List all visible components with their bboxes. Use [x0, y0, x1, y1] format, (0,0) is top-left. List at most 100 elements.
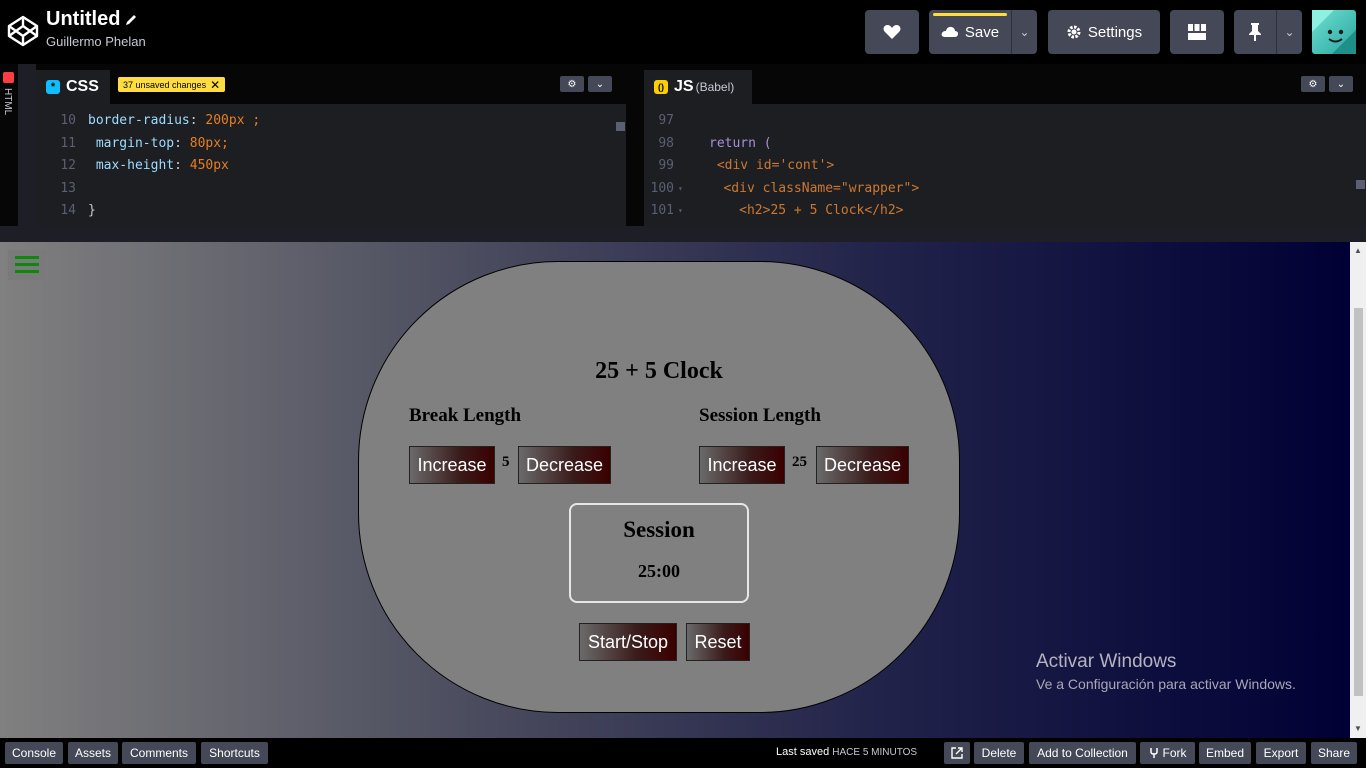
css-asterisk-icon: * [46, 80, 60, 94]
result-preview: 25 + 5 Clock Break Length Session Length… [0, 242, 1350, 738]
embed-button[interactable]: Embed [1199, 742, 1251, 764]
clock-container: 25 + 5 Clock Break Length Session Length… [358, 261, 960, 713]
pin-icon [1249, 23, 1261, 41]
css-collapse-button[interactable]: ⌄ [588, 76, 612, 92]
start-stop-button[interactable]: Start/Stop [579, 623, 677, 661]
css-minimap-marker [616, 122, 625, 131]
js-settings-button[interactable]: ⚙ [1301, 76, 1325, 92]
unsaved-changes-text: 37 unsaved changes [123, 79, 207, 90]
menu-icon [15, 263, 39, 266]
line-number: 10 [60, 113, 76, 128]
settings-label: Settings [1087, 23, 1143, 41]
fork-button[interactable]: Fork [1140, 742, 1195, 764]
html-icon [3, 72, 14, 83]
pin-dropdown-button[interactable]: ⌄ [1276, 10, 1302, 54]
scroll-up-arrow-icon[interactable]: ▲ [1354, 246, 1362, 255]
editor-resizer[interactable] [626, 64, 644, 226]
pen-title-block: Untitled Guillermo Phelan [46, 8, 146, 49]
bottom-bar: Console Assets Comments Shortcuts Last s… [0, 738, 1366, 768]
export-button[interactable]: Export [1256, 742, 1306, 764]
unsaved-changes-badge[interactable]: 37 unsaved changes ✕ [118, 77, 226, 92]
activation-watermark-title: Activar Windows [1036, 651, 1177, 672]
session-length-value: 25 [792, 454, 807, 470]
html-label: HTML [2, 88, 13, 116]
css-code[interactable]: 10 border-radius: 200px ; 11 margin-top: … [36, 104, 626, 226]
html-editor-collapsed[interactable]: HTML [0, 64, 18, 226]
scroll-down-arrow-icon[interactable]: ▼ [1354, 724, 1362, 733]
js-collapse-button[interactable]: ⌄ [1329, 76, 1353, 92]
line-number: 12 [60, 158, 76, 173]
break-decrement-button[interactable]: Decrease [518, 446, 611, 484]
save-label: Save [964, 23, 1000, 41]
pen-title-text[interactable]: Untitled [46, 8, 120, 31]
code-line: 10 border-radius: 200px ; [36, 110, 626, 133]
css-value: 80px; [189, 135, 229, 151]
line-number: 99 [658, 158, 674, 173]
break-increment-button[interactable]: Increase [409, 446, 495, 484]
pen-title[interactable]: Untitled [46, 8, 146, 31]
css-value: 450px [189, 158, 229, 173]
css-value: 200px ; [205, 113, 261, 128]
gear-icon [1067, 25, 1081, 39]
clock-title: 25 + 5 Clock [595, 358, 723, 384]
code-line: 100 ▾ <div className="wrapper"> [644, 178, 1366, 201]
close-icon[interactable]: ✕ [210, 78, 220, 92]
share-button[interactable]: Share [1311, 742, 1357, 764]
js-code-text: <div id='cont'> [709, 158, 835, 173]
code-line: 11 margin-top: 80px; [36, 133, 626, 156]
js-editor[interactable]: () JS (Babel) ⚙ ⌄ 97 98 return ( 99 <div … [644, 64, 1366, 226]
delete-button[interactable]: Delete [974, 742, 1024, 764]
avatar-face-icon [1312, 10, 1356, 54]
code-line: 101 ▾ <h2>25 + 5 Clock</h2> [644, 200, 1366, 223]
pencil-icon[interactable] [124, 13, 138, 27]
line-number: 13 [60, 180, 76, 196]
pin-button[interactable] [1234, 10, 1276, 54]
add-to-collection-button[interactable]: Add to Collection [1029, 742, 1136, 764]
layout-button[interactable] [1170, 10, 1224, 54]
settings-button[interactable]: Settings [1048, 10, 1160, 54]
menu-icon [15, 256, 39, 259]
top-bar: Untitled Guillermo Phelan Save ⌄ Setting… [0, 0, 1366, 64]
time-left: 25:00 [638, 561, 680, 581]
fork-icon [1149, 748, 1158, 758]
code-line: 98 return ( [644, 133, 1366, 156]
assets-button[interactable]: Assets [68, 742, 118, 764]
chevron-down-icon: ⌄ [1336, 78, 1346, 90]
timer-label: Session [623, 517, 695, 542]
pen-author[interactable]: Guillermo Phelan [46, 34, 146, 49]
session-increment-button[interactable]: Increase [699, 446, 785, 484]
css-property: max-height [88, 158, 175, 173]
js-code-text: <h2>25 + 5 Clock</h2> [707, 203, 904, 218]
save-dropdown-button[interactable]: ⌄ [1011, 10, 1037, 54]
line-number: 98 [658, 135, 674, 151]
reset-button[interactable]: Reset [686, 623, 750, 661]
tab-js[interactable]: () JS (Babel) [644, 70, 752, 104]
shortcuts-button[interactable]: Shortcuts [201, 742, 268, 764]
love-button[interactable] [865, 10, 919, 54]
gear-icon: ⚙ [567, 78, 577, 90]
menu-icon [15, 270, 39, 273]
external-link-icon [951, 747, 963, 759]
user-avatar[interactable] [1312, 10, 1356, 54]
css-settings-button[interactable]: ⚙ [560, 76, 584, 92]
css-editor[interactable]: * CSS 37 unsaved changes ✕ ⚙ ⌄ 10 border-… [36, 64, 626, 226]
chevron-down-icon: ⌄ [595, 78, 605, 90]
js-code-text: return ( [709, 135, 772, 151]
preview-scrollbar[interactable]: ▲ ▼ [1350, 242, 1366, 738]
console-button[interactable]: Console [5, 742, 63, 764]
tab-css[interactable]: * CSS [36, 70, 110, 104]
open-external-button[interactable] [944, 742, 970, 764]
code-line: 13 [36, 178, 626, 201]
css-editor-header: * CSS 37 unsaved changes ✕ ⚙ ⌄ [36, 64, 626, 104]
codepen-logo-icon[interactable] [6, 14, 40, 48]
last-saved-time: HACE 5 MINUTOS [832, 747, 918, 758]
scrollbar-thumb[interactable] [1354, 308, 1363, 696]
last-saved-status: Last saved HACE 5 MINUTOS [776, 746, 917, 758]
preview-resizer[interactable] [0, 226, 1366, 242]
save-button[interactable]: Save [929, 10, 1011, 54]
hamburger-menu-button[interactable] [8, 250, 46, 280]
js-code[interactable]: 97 98 return ( 99 <div id='cont'> 100 ▾ <d… [644, 104, 1366, 226]
js-editor-header: () JS (Babel) ⚙ ⌄ [644, 64, 1366, 104]
session-decrement-button[interactable]: Decrease [816, 446, 909, 484]
comments-button[interactable]: Comments [122, 742, 196, 764]
